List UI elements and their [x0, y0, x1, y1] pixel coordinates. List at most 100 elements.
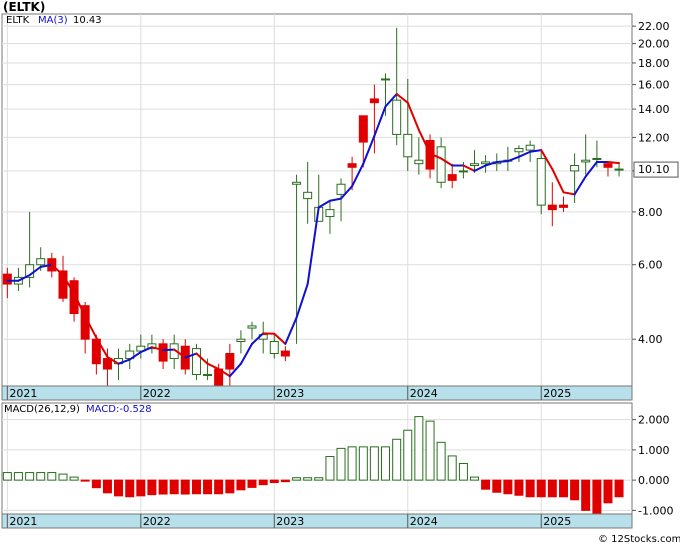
macd-bar	[114, 479, 124, 497]
price-y-tick-label: 12.00	[638, 131, 670, 144]
price-x-axis-band	[1, 385, 633, 401]
candle-body	[414, 159, 424, 165]
macd-bar	[514, 479, 524, 496]
macd-bar	[470, 476, 479, 481]
legend-ma-label: MA(3)	[38, 15, 68, 26]
macd-x-tick-label: 2024	[410, 515, 438, 528]
macd-bar	[403, 429, 413, 481]
macd-bar	[380, 446, 390, 481]
candle-body	[158, 343, 168, 362]
macd-bar	[269, 479, 279, 484]
macd-bar	[169, 479, 179, 495]
price-y-tick-label: 14.00	[638, 103, 670, 116]
macd-bar	[25, 472, 35, 481]
candle-body	[380, 78, 390, 81]
candle-body	[570, 164, 580, 172]
macd-y-tick-label: -1.000	[638, 504, 673, 517]
macd-bar	[592, 479, 602, 514]
macd-bar	[292, 477, 302, 481]
last-price-tag-value: 10.10	[638, 163, 670, 176]
macd-bar	[336, 447, 346, 481]
candle-body	[191, 348, 201, 376]
macd-bar	[180, 479, 190, 495]
macd-x-tick-label: 2021	[9, 515, 37, 528]
macd-bar	[492, 479, 502, 493]
macd-bar	[603, 479, 613, 504]
price-y-tick-label: 22.00	[638, 20, 670, 33]
price-x-tick-label: 2023	[276, 387, 304, 400]
macd-y-tick-label: 2.000	[638, 414, 670, 427]
macd-legend-value: MACD:-0.528	[86, 404, 152, 415]
candle-body	[470, 163, 479, 166]
macd-bar	[147, 479, 157, 496]
macd-bar	[191, 479, 201, 495]
candle-body	[292, 181, 302, 185]
macd-x-tick-label: 2025	[543, 515, 571, 528]
macd-bar	[358, 446, 368, 481]
candle-body	[2, 273, 12, 285]
candle-body	[369, 98, 379, 104]
candle-body	[203, 374, 213, 377]
macd-bar	[80, 479, 90, 482]
macd-bar	[203, 479, 213, 495]
ma-segment	[606, 160, 621, 165]
watermark: © 12Stocks.com	[598, 534, 680, 545]
candle-body	[447, 174, 457, 181]
price-y-tick-label: 6.00	[638, 259, 663, 272]
macd-bar	[614, 479, 624, 498]
candle-body	[581, 159, 591, 163]
candle-body	[514, 147, 524, 153]
macd-bar	[225, 479, 235, 494]
price-x-tick-label: 2021	[9, 387, 37, 400]
candle-body	[458, 170, 468, 173]
macd-y-tick-label: 0.000	[638, 474, 670, 487]
macd-bar	[314, 477, 324, 481]
macd-bar	[125, 479, 135, 498]
macd-bar	[458, 462, 468, 481]
macd-bar	[325, 456, 335, 481]
price-y-tick-label: 8.00	[638, 206, 663, 219]
candle-body	[358, 115, 368, 143]
macd-bar	[525, 479, 535, 498]
macd-x-axis-band	[1, 513, 633, 529]
candle-body	[236, 338, 246, 342]
macd-bar	[58, 473, 68, 481]
macd-bar	[102, 479, 112, 494]
legend-ma-value: 10.43	[73, 15, 102, 26]
macd-bar	[503, 479, 513, 495]
candle-body	[347, 163, 357, 168]
candle-body	[547, 204, 557, 211]
candle-body	[303, 191, 313, 200]
macd-bar	[369, 446, 379, 481]
ma-segment	[495, 160, 509, 163]
macd-bar	[236, 479, 246, 491]
macd-bar	[392, 438, 402, 481]
candle-body	[392, 99, 402, 135]
candle-body	[536, 157, 546, 206]
macd-bar	[347, 446, 357, 481]
macd-panel: 2.000 1.000 0.000 -1.000 2021 2022 2023 2024 20…	[1, 402, 673, 529]
macd-bar	[69, 476, 79, 481]
candle-body	[102, 358, 112, 370]
last-price-tag: 10.10	[633, 161, 679, 178]
candle-body	[336, 183, 346, 195]
macd-y-tick-label: 1.000	[638, 444, 670, 457]
stock-chart: (ELTK) 4.006.008.0010.0012.0014.0016.001…	[0, 0, 680, 546]
candle-body	[481, 161, 491, 165]
price-x-tick-label: 2022	[143, 387, 171, 400]
macd-bar	[559, 479, 569, 498]
macd-bar	[2, 472, 12, 481]
legend-symbol: ELTK	[6, 15, 30, 26]
macd-x-tick-label: 2023	[276, 515, 304, 528]
price-x-tick-label: 2025	[543, 387, 571, 400]
macd-bar	[280, 479, 290, 483]
macd-bar	[570, 479, 580, 501]
macd-legend: MACD(26,12,9) MACD:-0.528	[4, 404, 152, 415]
macd-bar	[36, 472, 46, 481]
candle-body	[525, 144, 535, 151]
macd-bar	[436, 441, 446, 481]
candle-body	[269, 340, 279, 355]
price-y-tick-label: 4.00	[638, 333, 663, 346]
macd-bar	[258, 479, 268, 486]
candle-body	[225, 353, 235, 370]
